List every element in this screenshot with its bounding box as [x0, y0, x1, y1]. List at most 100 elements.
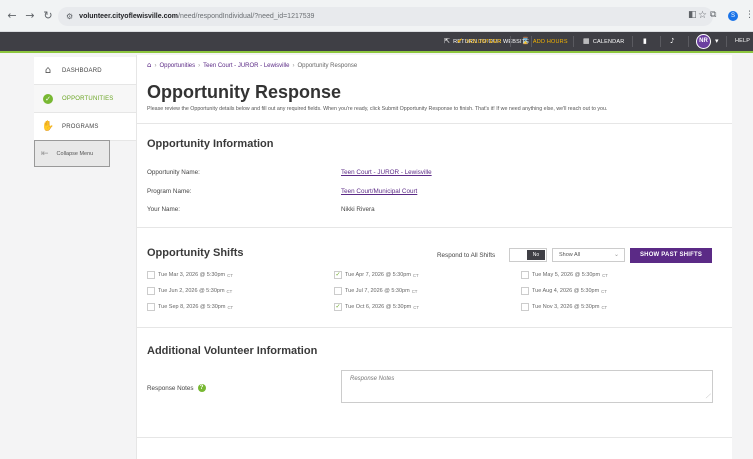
sidebar-item-programs[interactable]: ✋ PROGRAMS: [34, 113, 136, 141]
breadcrumb-need[interactable]: Teen Court - JUROR - Lewisville: [203, 63, 289, 69]
sidebar-item-label: DASHBOARD: [62, 67, 102, 74]
home-icon[interactable]: ⌂: [147, 61, 151, 69]
page-gutter: [732, 55, 753, 459]
address-bar[interactable]: ⚙ volunteer.cityoflewisville.com/need/re…: [58, 7, 713, 26]
shift-checkbox[interactable]: [521, 287, 529, 295]
chevron-down-icon: ⌄: [613, 251, 619, 258]
nav-divider: [510, 36, 511, 47]
sidebar-item-opportunities[interactable]: ✓ OPPORTUNITIES: [34, 85, 136, 113]
opportunity-name-label: Opportunity Name:: [147, 169, 200, 176]
shift-label: Tue Jun 2, 2026 @ 5:30pm: [158, 288, 225, 294]
profile-avatar[interactable]: S: [728, 11, 738, 21]
nav-divider: [573, 36, 574, 47]
respond-all-label: Respond to All Shifts: [437, 252, 496, 259]
shift-option[interactable]: Tue Jul 7, 2026 @ 5:30pm CT: [334, 287, 417, 295]
shift-option[interactable]: Tue Aug 4, 2026 @ 5:30pm CT: [521, 287, 607, 295]
collapse-menu-label: Collapse Menu: [56, 150, 94, 157]
collapse-arrow-icon: ⇤: [41, 148, 49, 159]
opportunity-name-link[interactable]: Teen Court - JUROR - Lewisville: [341, 169, 432, 176]
extensions-icon[interactable]: ◧: [688, 10, 697, 20]
shift-option[interactable]: ✓ Tue Apr 7, 2026 @ 5:30pm CT: [334, 271, 419, 279]
opportunity-shifts-title: Opportunity Shifts: [147, 247, 244, 259]
shift-timezone: CT: [227, 272, 233, 278]
divider: [137, 327, 733, 328]
collapse-menu-button[interactable]: ⇤ Collapse Menu: [34, 140, 110, 167]
shift-label: Tue Apr 7, 2026 @ 5:30pm: [345, 272, 411, 278]
program-name-label: Program Name:: [147, 188, 192, 195]
your-name-value: Nikki Rivera: [341, 206, 375, 213]
stats-icon[interactable]: ▮: [643, 32, 650, 51]
bookmark-star-icon[interactable]: ☆: [698, 10, 707, 21]
help-link[interactable]: HELP: [735, 32, 750, 51]
user-avatar[interactable]: NR: [696, 34, 711, 49]
response-notes-textarea[interactable]: Response Notes ⟋: [341, 370, 713, 403]
shift-checkbox[interactable]: [334, 287, 342, 295]
toggle-no-label: No: [527, 250, 545, 260]
shift-option[interactable]: Tue Nov 3, 2026 @ 5:30pm CT: [521, 303, 607, 311]
divider: [137, 123, 733, 124]
shift-label: Tue May 5, 2026 @ 5:30pm: [532, 272, 601, 278]
bell-icon[interactable]: ♪: [670, 32, 678, 51]
browser-menu-icon[interactable]: ⋮: [745, 10, 753, 20]
site-info-icon[interactable]: ⚙: [66, 12, 73, 21]
breadcrumb-current: Opportunity Response: [297, 63, 358, 69]
shift-timezone: CT: [226, 288, 233, 294]
add-hours-label: ADD HOURS: [532, 39, 568, 45]
shift-label: Tue Mar 3, 2026 @ 5:30pm: [158, 272, 226, 278]
divider: [137, 227, 733, 228]
shift-label: Tue Aug 4, 2026 @ 5:30pm: [532, 288, 600, 294]
shift-checkbox[interactable]: ✓: [334, 303, 342, 311]
browser-toolbar: ← → ↻ ⚙ volunteer.cityoflewisville.com/n…: [0, 0, 753, 32]
external-link-icon: ⇱: [444, 37, 451, 45]
shift-checkbox[interactable]: [147, 271, 155, 279]
reload-icon[interactable]: ↻: [40, 9, 56, 22]
shift-filter-select[interactable]: Show All ⌄: [552, 248, 625, 262]
shift-checkbox[interactable]: [147, 303, 155, 311]
shift-label: Tue Nov 3, 2026 @ 5:30pm: [532, 304, 600, 310]
top-navigation: ⇱ RETURN TO OUR WEBSITE ✔ VOLUNTEER ⌛ ADD H…: [0, 32, 753, 53]
volunteer-link[interactable]: ✔ VOLUNTEER: [457, 32, 502, 51]
shift-option[interactable]: Tue May 5, 2026 @ 5:30pm CT: [521, 271, 608, 279]
shift-option[interactable]: Tue Jun 2, 2026 @ 5:30pm CT: [147, 287, 232, 295]
respond-all-toggle[interactable]: No: [509, 248, 547, 262]
url-path: /need/respondIndividual/?need_id=1217539: [178, 13, 315, 20]
sidebar: ⌂ DASHBOARD ✓ OPPORTUNITIES ✋ PROGRAMS ⇤…: [34, 55, 136, 459]
shift-checkbox[interactable]: [521, 303, 529, 311]
shift-checkbox[interactable]: [147, 287, 155, 295]
response-notes-label: Response Notes?: [147, 384, 206, 392]
shift-checkbox[interactable]: [521, 271, 529, 279]
main-content: ⌂ › Opportunities › Teen Court - JUROR - Lew…: [136, 55, 733, 459]
shift-option[interactable]: Tue Mar 3, 2026 @ 5:30pm CT: [147, 271, 233, 279]
puzzle-icon[interactable]: ⧉: [710, 10, 716, 20]
calendar-link[interactable]: ▦ CALENDAR: [583, 32, 624, 51]
url-host: volunteer.cityoflewisville.com: [79, 13, 178, 20]
response-notes-text: Response Notes: [147, 384, 194, 392]
sidebar-item-label: OPPORTUNITIES: [62, 95, 114, 102]
resize-handle-icon[interactable]: ⟋: [706, 393, 710, 401]
shift-label: Tue Oct 6, 2026 @ 5:30pm: [345, 304, 412, 310]
show-past-shifts-button[interactable]: SHOW PAST SHIFTS: [630, 248, 712, 263]
shift-timezone: CT: [413, 304, 419, 310]
shift-timezone: CT: [227, 304, 234, 310]
shift-option[interactable]: Tue Sep 8, 2026 @ 5:30pm CT: [147, 303, 233, 311]
shift-timezone: CT: [602, 272, 608, 278]
check-circle-icon: ✓: [43, 94, 53, 104]
shift-checkbox[interactable]: ✓: [334, 271, 342, 279]
shift-timezone: CT: [601, 288, 607, 294]
page-description: Please review the Opportunity details be…: [147, 106, 608, 112]
breadcrumb-opportunities[interactable]: Opportunities: [159, 63, 195, 69]
avatar-dropdown-icon[interactable]: ▾: [715, 32, 722, 51]
program-name-link[interactable]: Teen Court/Municipal Court: [341, 188, 417, 195]
hourglass-icon: ⌛: [521, 37, 530, 45]
nav-divider: [660, 36, 661, 47]
divider: [137, 437, 733, 438]
shift-label: Tue Sep 8, 2026 @ 5:30pm: [158, 304, 226, 310]
shift-option[interactable]: ✓ Tue Oct 6, 2026 @ 5:30pm CT: [334, 303, 419, 311]
add-hours-link[interactable]: ⌛ ADD HOURS: [521, 32, 568, 51]
back-icon[interactable]: ←: [4, 9, 20, 22]
help-circle-icon[interactable]: ?: [197, 384, 206, 392]
forward-icon[interactable]: →: [22, 9, 38, 22]
sidebar-item-dashboard[interactable]: ⌂ DASHBOARD: [34, 57, 136, 85]
shift-timezone: CT: [412, 272, 419, 278]
breadcrumb: ⌂ › Opportunities › Teen Court - JUROR - Lew…: [147, 61, 358, 69]
